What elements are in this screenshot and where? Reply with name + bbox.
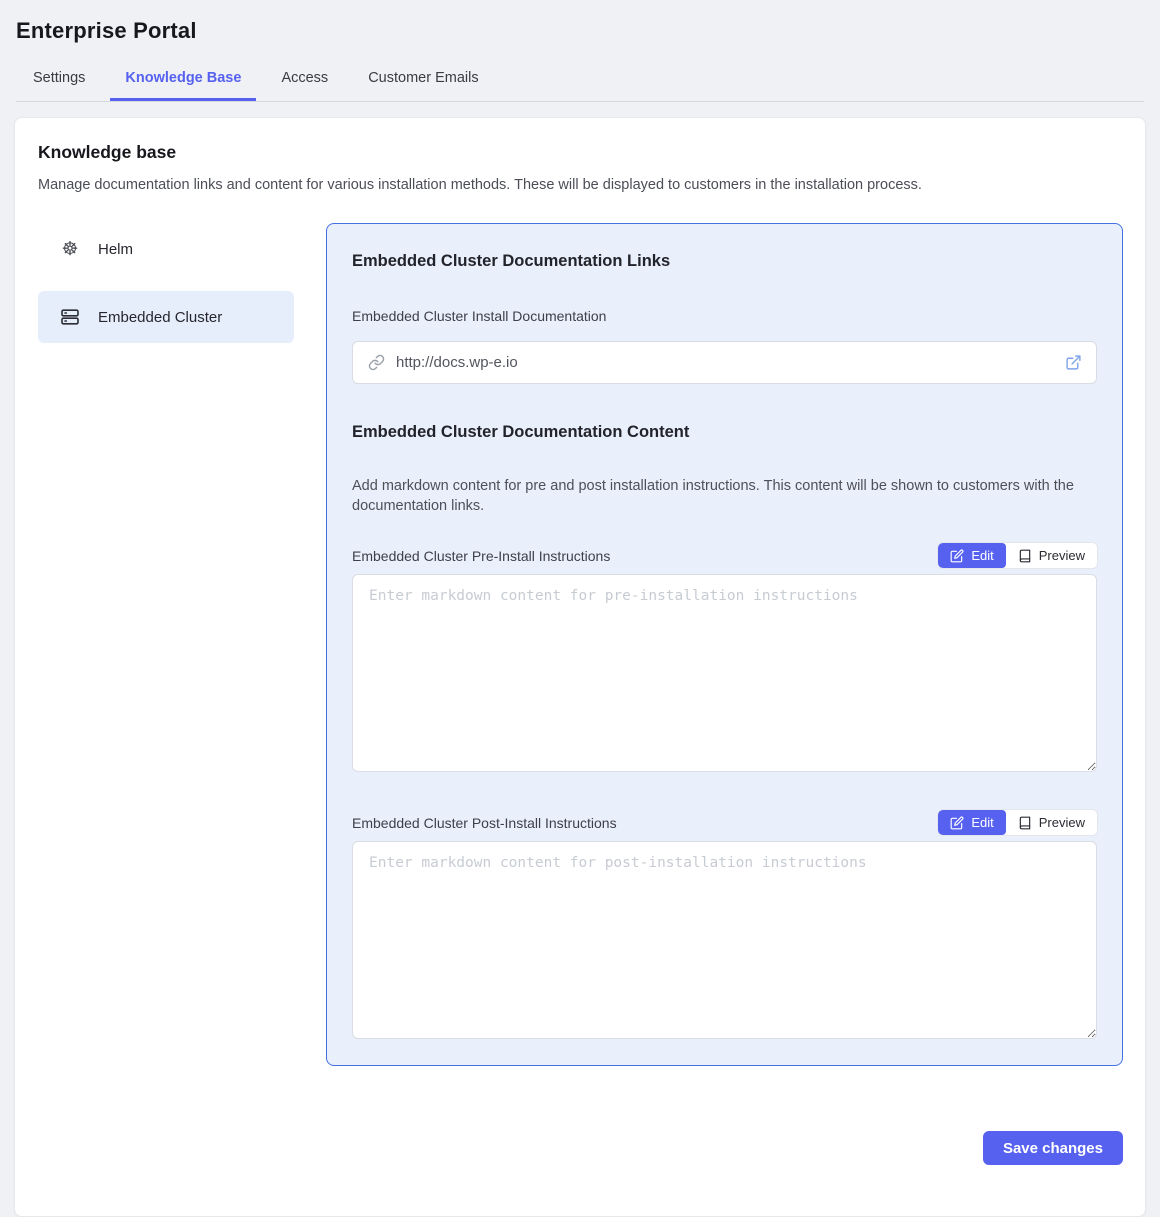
post-install-preview-button[interactable]: Preview [1006, 810, 1097, 835]
pre-install-preview-button[interactable]: Preview [1006, 543, 1097, 568]
save-changes-button[interactable]: Save changes [983, 1131, 1123, 1165]
server-stack-icon [59, 307, 81, 327]
app-header: Enterprise Portal Settings Knowledge Bas… [0, 0, 1160, 102]
pre-install-label: Embedded Cluster Pre-Install Instruction… [352, 548, 610, 564]
tab-settings[interactable]: Settings [18, 58, 100, 101]
post-install-label: Embedded Cluster Post-Install Instructio… [352, 815, 617, 831]
post-install-textarea[interactable] [352, 841, 1097, 1039]
tab-customer-emails[interactable]: Customer Emails [353, 58, 493, 101]
book-icon [1018, 549, 1032, 563]
embedded-cluster-panel: Embedded Cluster Documentation Links Emb… [326, 223, 1123, 1066]
pre-install-textarea[interactable] [352, 574, 1097, 772]
pre-install-mode-toggle: Edit Preview [938, 543, 1097, 568]
book-icon [1018, 816, 1032, 830]
links-section-title: Embedded Cluster Documentation Links [352, 252, 1097, 271]
install-doc-input[interactable] [394, 353, 1056, 372]
pre-install-edit-button[interactable]: Edit [938, 543, 1005, 568]
edit-button-label: Edit [971, 548, 993, 563]
preview-button-label: Preview [1039, 548, 1085, 563]
content-row: ☸ Helm Embedded Cluster Embedded Cluster… [38, 223, 1123, 1066]
card-description: Manage documentation links and content f… [38, 176, 1123, 195]
external-link-icon[interactable] [1065, 354, 1082, 371]
post-install-mode-toggle: Edit Preview [938, 810, 1097, 835]
link-icon [368, 354, 385, 371]
card-title: Knowledge base [38, 142, 1123, 163]
install-doc-label: Embedded Cluster Install Documentation [352, 308, 1097, 324]
edit-icon [950, 816, 964, 830]
knowledge-base-card: Knowledge base Manage documentation link… [14, 117, 1146, 1217]
helm-icon: ☸ [59, 240, 81, 259]
tab-knowledge-base[interactable]: Knowledge Base [110, 58, 256, 101]
post-install-header: Embedded Cluster Post-Install Instructio… [352, 810, 1097, 835]
edit-button-label: Edit [971, 815, 993, 830]
sidebar-item-helm[interactable]: ☸ Helm [38, 223, 294, 275]
tab-access[interactable]: Access [266, 58, 343, 101]
tab-bar: Settings Knowledge Base Access Customer … [16, 58, 1144, 102]
post-install-edit-button[interactable]: Edit [938, 810, 1005, 835]
sidebar-item-label: Helm [98, 241, 133, 258]
content-section-description: Add markdown content for pre and post in… [352, 476, 1097, 516]
sidebar-item-label: Embedded Cluster [98, 309, 222, 326]
page-title: Enterprise Portal [16, 18, 1144, 44]
preview-button-label: Preview [1039, 815, 1085, 830]
install-method-sidebar: ☸ Helm Embedded Cluster [38, 223, 294, 359]
sidebar-item-embedded-cluster[interactable]: Embedded Cluster [38, 291, 294, 343]
edit-icon [950, 549, 964, 563]
install-doc-input-wrapper [352, 341, 1097, 384]
pre-install-header: Embedded Cluster Pre-Install Instruction… [352, 543, 1097, 568]
content-section-title: Embedded Cluster Documentation Content [352, 423, 1097, 442]
card-footer: Save changes [38, 1131, 1123, 1165]
